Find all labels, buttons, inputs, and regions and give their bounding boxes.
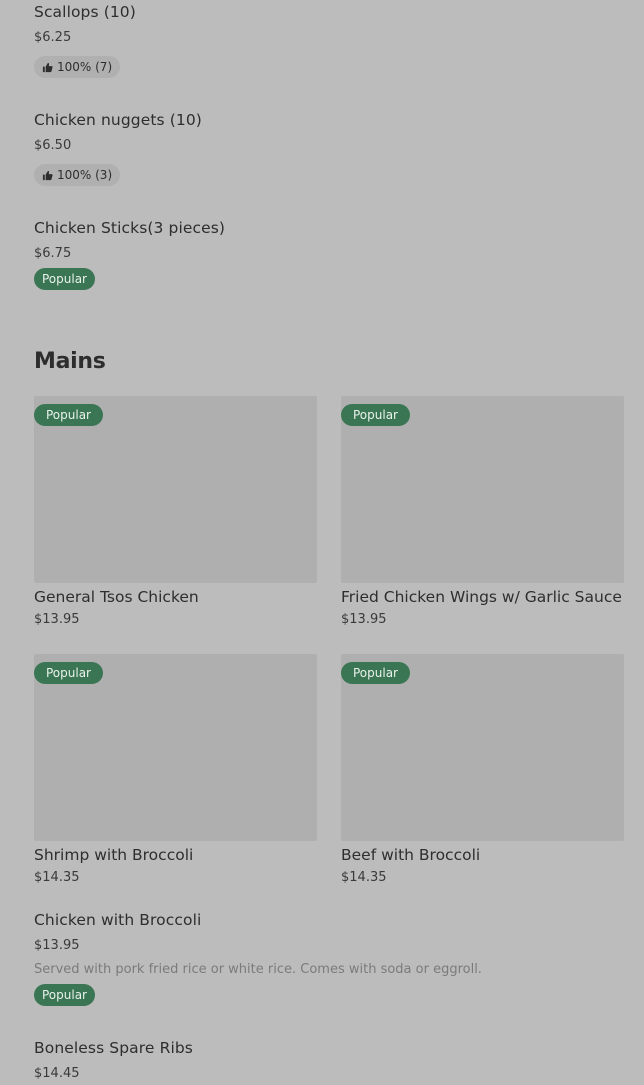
item-name: Fried Chicken Wings w/ Garlic Sauce <box>341 588 622 606</box>
thumbs-up-icon <box>42 170 53 180</box>
popular-badge: Popular <box>34 662 103 684</box>
item-price: $6.50 <box>34 138 72 153</box>
item-price: $6.75 <box>34 246 72 261</box>
item-price: $14.35 <box>34 870 80 885</box>
menu-item-chicken-with-broccoli[interactable]: Chicken with Broccoli $13.95 Served with… <box>34 911 624 1011</box>
menu-card-fried-chicken-wings[interactable]: Popular Fried Chicken Wings w/ Garlic Sa… <box>341 396 624 636</box>
item-price: $13.95 <box>341 612 387 627</box>
section-title: Mains <box>34 349 106 374</box>
menu-card-beef-with-broccoli[interactable]: Popular Beef with Broccoli $14.35 <box>341 654 624 894</box>
item-name: Shrimp with Broccoli <box>34 846 194 864</box>
item-name: Chicken Sticks(3 pieces) <box>34 219 226 237</box>
popular-badge: Popular <box>34 984 95 1006</box>
item-name: Beef with Broccoli <box>341 846 481 864</box>
menu-card-general-tsos-chicken[interactable]: Popular General Tsos Chicken $13.95 <box>34 396 317 636</box>
popular-badge: Popular <box>341 404 410 426</box>
rating-badge: 100% (3) <box>34 164 121 186</box>
item-price: $13.95 <box>34 938 80 953</box>
thumbs-up-icon <box>42 62 53 72</box>
item-price: $13.95 <box>34 612 80 627</box>
item-price: $14.45 <box>34 1066 80 1081</box>
item-name: Scallops (10) <box>34 3 136 21</box>
rating-text: 100% (3) <box>57 168 113 182</box>
item-name: Chicken with Broccoli <box>34 911 202 929</box>
popular-badge: Popular <box>34 268 95 290</box>
popular-badge: Popular <box>341 662 410 684</box>
rating-badge: 100% (7) <box>34 56 121 78</box>
rating-text: 100% (7) <box>57 60 113 74</box>
item-name: Boneless Spare Ribs <box>34 1039 193 1057</box>
menu-card-shrimp-with-broccoli[interactable]: Popular Shrimp with Broccoli $14.35 <box>34 654 317 894</box>
item-name: Chicken nuggets (10) <box>34 111 202 129</box>
item-price: $6.25 <box>34 30 72 45</box>
popular-badge: Popular <box>34 404 103 426</box>
menu-item-chicken-sticks[interactable]: Chicken Sticks(3 pieces) $6.75 Popular <box>34 219 624 299</box>
menu-item-boneless-spare-ribs[interactable]: Boneless Spare Ribs $14.45 <box>34 1039 624 1085</box>
menu-item-chicken-nuggets[interactable]: Chicken nuggets (10) $6.50 100% (3) <box>34 111 624 191</box>
menu-item-scallops[interactable]: Scallops (10) $6.25 100% (7) <box>34 3 624 83</box>
item-price: $14.35 <box>341 870 387 885</box>
item-name: General Tsos Chicken <box>34 588 199 606</box>
item-description: Served with pork fried rice or white ric… <box>34 962 482 977</box>
